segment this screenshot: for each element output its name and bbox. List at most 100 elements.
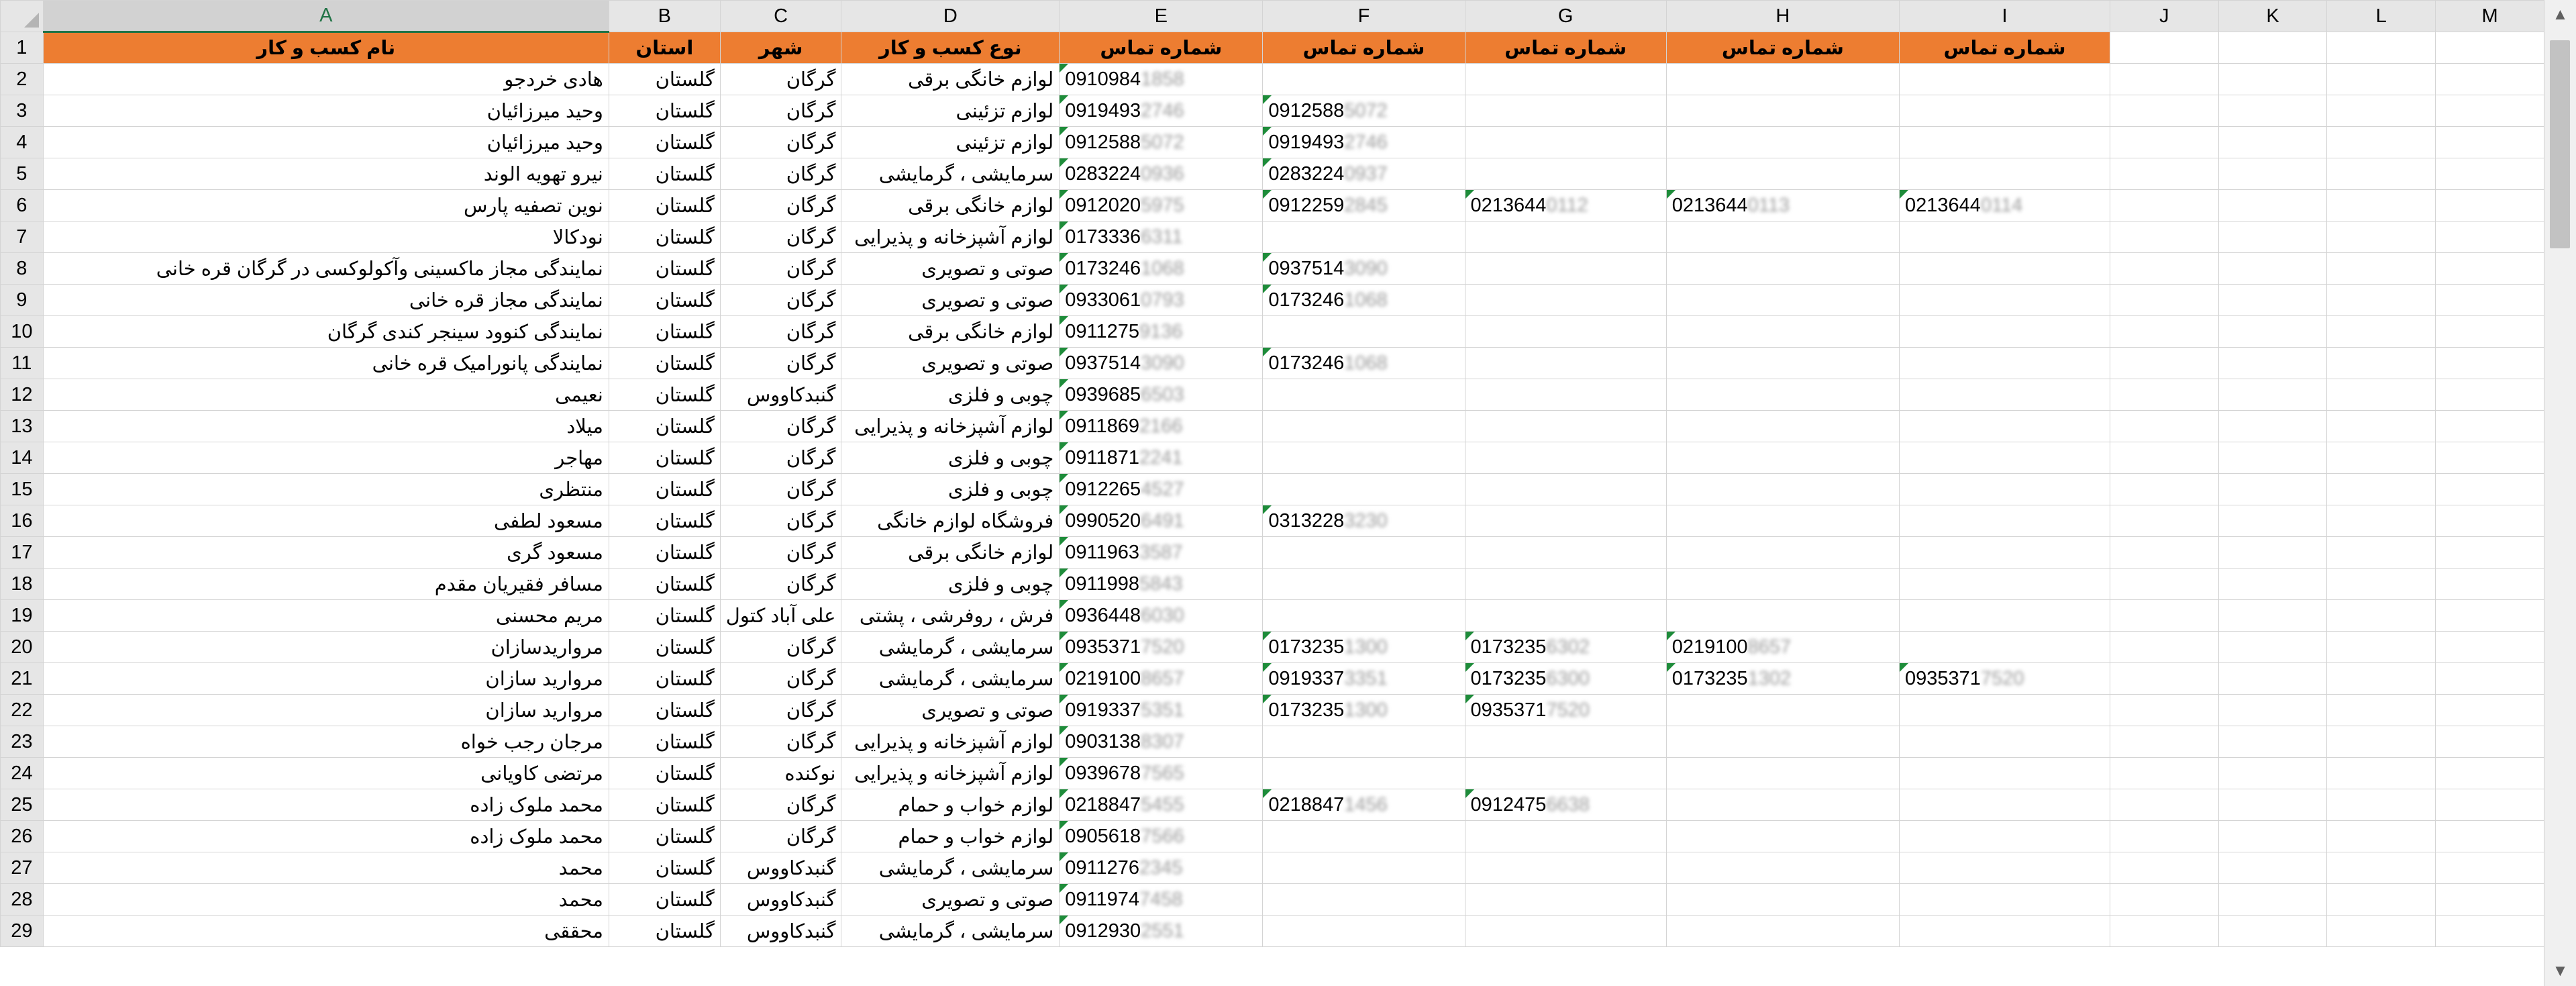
empty-cell[interactable]: [2326, 95, 2436, 127]
business-name-cell[interactable]: وحید میرزائیان: [42, 95, 609, 127]
province-cell[interactable]: گلستان: [608, 379, 721, 411]
business-name-cell[interactable]: نمایندگی مجاز قره خانی: [42, 284, 609, 316]
phone-cell[interactable]: 09119747458: [1059, 883, 1264, 916]
empty-cell[interactable]: [2218, 379, 2328, 411]
city-cell[interactable]: گنبدکاووس: [719, 852, 842, 884]
empty-cell[interactable]: [2109, 63, 2219, 95]
phone-cell[interactable]: 09193373351: [1262, 662, 1465, 695]
empty-cell[interactable]: [1665, 63, 1900, 95]
empty-cell[interactable]: [2218, 221, 2328, 253]
row-header[interactable]: 17: [0, 536, 44, 569]
empty-cell[interactable]: [2218, 126, 2328, 158]
row-header[interactable]: 4: [0, 126, 44, 158]
empty-cell[interactable]: [2435, 284, 2544, 316]
empty-cell[interactable]: [2326, 599, 2436, 632]
province-cell[interactable]: گلستان: [608, 284, 721, 316]
phone-cell[interactable]: 09122654527: [1059, 473, 1264, 505]
empty-cell[interactable]: [1262, 410, 1465, 442]
city-cell[interactable]: گرگان: [719, 189, 842, 221]
empty-cell[interactable]: [1262, 726, 1465, 758]
empty-cell[interactable]: [1665, 284, 1900, 316]
province-cell[interactable]: گلستان: [608, 126, 721, 158]
empty-cell[interactable]: [1665, 694, 1900, 726]
empty-cell[interactable]: [1899, 410, 2110, 442]
empty-cell[interactable]: [2109, 662, 2219, 695]
empty-cell[interactable]: [1899, 915, 2110, 947]
column-header-a[interactable]: A: [42, 0, 609, 33]
province-cell[interactable]: گلستان: [608, 789, 721, 821]
row-header[interactable]: 24: [0, 757, 44, 789]
empty-cell[interactable]: [1899, 442, 2110, 474]
business-type-cell[interactable]: صوتی و تصویری: [841, 883, 1060, 916]
phone-cell[interactable]: 02136440113: [1665, 189, 1900, 221]
empty-cell[interactable]: [2435, 883, 2544, 916]
business-type-cell[interactable]: لوازم خانگی برقی: [841, 315, 1060, 348]
empty-cell[interactable]: [1665, 315, 1900, 348]
empty-cell[interactable]: [2109, 820, 2219, 852]
empty-cell[interactable]: [2326, 568, 2436, 600]
empty-cell[interactable]: [1665, 473, 1900, 505]
city-cell[interactable]: گنبدکاووس: [719, 915, 842, 947]
column-header-d[interactable]: D: [841, 0, 1060, 32]
phone-cell[interactable]: 02832240936: [1059, 158, 1264, 190]
phone-cell[interactable]: 09122592845: [1262, 189, 1465, 221]
empty-cell[interactable]: [1464, 599, 1667, 632]
empty-cell[interactable]: [1665, 505, 1900, 537]
phone-cell[interactable]: 01732351302: [1665, 662, 1900, 695]
province-cell[interactable]: گلستان: [608, 158, 721, 190]
row-header[interactable]: 2: [0, 63, 44, 95]
province-cell[interactable]: گلستان: [608, 568, 721, 600]
empty-cell[interactable]: [2109, 599, 2219, 632]
phone-cell[interactable]: 01732356300: [1464, 662, 1667, 695]
empty-cell[interactable]: [2218, 158, 2328, 190]
empty-cell[interactable]: [1464, 410, 1667, 442]
empty-cell[interactable]: [2435, 599, 2544, 632]
phone-cell[interactable]: 02188475455: [1059, 789, 1264, 821]
empty-cell[interactable]: [1464, 284, 1667, 316]
empty-cell[interactable]: [1262, 315, 1465, 348]
province-cell[interactable]: گلستان: [608, 631, 721, 663]
empty-cell[interactable]: [2326, 315, 2436, 348]
row-header[interactable]: 9: [0, 284, 44, 316]
empty-cell[interactable]: [1464, 726, 1667, 758]
empty-cell[interactable]: [2326, 820, 2436, 852]
phone-cell[interactable]: 09396787565: [1059, 757, 1264, 789]
empty-cell[interactable]: [1899, 536, 2110, 569]
row-header[interactable]: 15: [0, 473, 44, 505]
province-cell[interactable]: گلستان: [608, 189, 721, 221]
province-cell[interactable]: گلستان: [608, 852, 721, 884]
empty-cell[interactable]: [2109, 852, 2219, 884]
business-name-cell[interactable]: نمایندگی کنوود سینجر کندی گرگان: [42, 315, 609, 348]
phone-cell[interactable]: 09353717520: [1899, 662, 2110, 695]
empty-cell[interactable]: [2435, 505, 2544, 537]
business-type-cell[interactable]: لوازم خانگی برقی: [841, 63, 1060, 95]
row-header[interactable]: 29: [0, 915, 44, 947]
business-type-cell[interactable]: لوازم تزئینی: [841, 126, 1060, 158]
province-cell[interactable]: گلستان: [608, 915, 721, 947]
empty-cell[interactable]: [2218, 568, 2328, 600]
empty-cell[interactable]: [2218, 284, 2328, 316]
empty-cell[interactable]: [1665, 252, 1900, 285]
empty-cell[interactable]: [2109, 315, 2219, 348]
row-header[interactable]: 13: [0, 410, 44, 442]
empty-cell[interactable]: [1262, 442, 1465, 474]
province-cell[interactable]: گلستان: [608, 757, 721, 789]
empty-cell[interactable]: [2109, 252, 2219, 285]
business-type-cell[interactable]: صوتی و تصویری: [841, 694, 1060, 726]
business-name-cell[interactable]: وحید میرزائیان: [42, 126, 609, 158]
empty-cell[interactable]: [2326, 410, 2436, 442]
empty-cell[interactable]: [1464, 442, 1667, 474]
phone-cell[interactable]: 03132283230: [1262, 505, 1465, 537]
empty-cell[interactable]: [1665, 126, 1900, 158]
empty-cell[interactable]: [2109, 126, 2219, 158]
empty-cell[interactable]: [2435, 694, 2544, 726]
empty-cell[interactable]: [1464, 126, 1667, 158]
phone-cell[interactable]: 09112762345: [1059, 852, 1264, 884]
phone-cell[interactable]: 09129302551: [1059, 915, 1264, 947]
business-name-cell[interactable]: مرجان رجب خواه: [42, 726, 609, 758]
column-header-c[interactable]: C: [719, 0, 842, 32]
empty-cell[interactable]: [2435, 126, 2544, 158]
empty-cell[interactable]: [2435, 568, 2544, 600]
empty-cell[interactable]: [2109, 915, 2219, 947]
empty-cell[interactable]: [2218, 757, 2328, 789]
